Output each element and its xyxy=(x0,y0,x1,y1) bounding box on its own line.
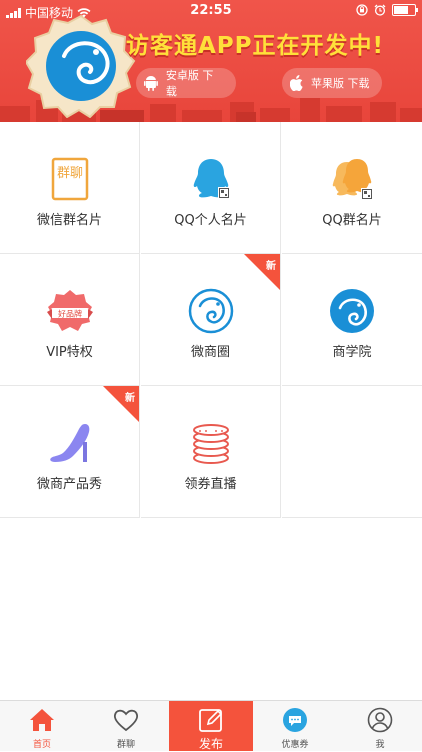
tab-publish[interactable]: 发布 xyxy=(169,701,253,751)
vip-badge-icon: 好品牌 xyxy=(46,290,93,331)
grid-item-coupon-live[interactable]: 领券直播 xyxy=(141,386,281,518)
tab-label: 优惠券 xyxy=(281,740,309,750)
grid-item-label: 微商圈 xyxy=(190,345,230,360)
alarm-icon xyxy=(374,4,386,16)
grid-item-wechat-group-card[interactable]: 群聊 微信群名片 xyxy=(0,122,140,254)
grid-item-label: QQ群名片 xyxy=(322,213,382,228)
grid-item-vip[interactable]: 好品牌 VIP特权 xyxy=(0,254,140,386)
new-badge-text: 新 xyxy=(266,261,276,272)
qq-personal-card-icon xyxy=(193,159,230,199)
chat-bubble-icon xyxy=(283,708,307,732)
grid-item-empty xyxy=(282,386,422,518)
ios-download-label: 苹果版 下载 xyxy=(311,77,370,90)
grid-item-product-show[interactable]: 微商产品秀 新 xyxy=(0,386,140,518)
status-bar: 中国移动 22:55 xyxy=(0,0,422,22)
heart-icon xyxy=(113,709,139,732)
grid-item-label: 微商产品秀 xyxy=(36,477,102,492)
battery-icon xyxy=(392,4,418,16)
grid-item-label: QQ个人名片 xyxy=(174,213,247,228)
tab-me[interactable]: 我 xyxy=(338,701,422,751)
grid-item-qq-group-card[interactable]: QQ群名片 xyxy=(282,122,422,254)
tab-coupons[interactable]: 优惠券 xyxy=(253,701,337,751)
android-download-label: 安卓版 下载 xyxy=(165,69,214,98)
ios-download-button[interactable]: 苹果版 下载 xyxy=(282,68,382,98)
grid-item-business-school[interactable]: 商学院 xyxy=(282,254,422,386)
wechat-circle-icon xyxy=(188,288,233,334)
grid-item-label: 微信群名片 xyxy=(36,213,102,228)
grid-item-label: 领券直播 xyxy=(184,477,237,492)
app-logo xyxy=(24,14,136,119)
grid-item-qq-personal-card[interactable]: QQ个人名片 xyxy=(141,122,281,254)
orientation-lock-icon xyxy=(356,4,368,16)
tab-group-chat[interactable]: 群聊 xyxy=(84,701,168,751)
wechat-group-card-icon-text: 群聊 xyxy=(56,166,82,181)
android-download-button[interactable]: 安卓版 下载 xyxy=(136,68,236,98)
tab-home[interactable]: 首页 xyxy=(0,701,84,751)
elephant-logo-icon xyxy=(24,14,136,119)
tab-label: 我 xyxy=(375,740,385,750)
android-icon xyxy=(144,76,158,91)
grid-item-wechat-circle[interactable]: 微商圈 新 xyxy=(141,254,281,386)
tab-label: 发布 xyxy=(198,737,223,751)
edit-icon xyxy=(199,709,223,732)
high-heel-icon xyxy=(49,424,89,462)
grid-item-label: 商学院 xyxy=(332,345,372,360)
home-icon xyxy=(30,709,54,731)
vip-badge-icon-text: 好品牌 xyxy=(58,309,82,319)
business-school-icon xyxy=(330,289,374,333)
apple-icon xyxy=(290,75,303,91)
tab-label: 群聊 xyxy=(116,740,135,750)
bottom-tab-bar: 首页 群聊 发布 优惠券 我 xyxy=(0,700,422,751)
coin-stack-icon xyxy=(192,424,229,464)
new-badge-text: 新 xyxy=(125,393,135,404)
wechat-group-card-icon: 群聊 xyxy=(51,157,88,201)
qq-group-card-icon xyxy=(332,159,373,200)
banner-headline: 访客通APP正在开发中! xyxy=(126,33,385,59)
profile-icon xyxy=(367,707,393,733)
tab-label: 首页 xyxy=(32,740,51,750)
grid-item-label: VIP特权 xyxy=(46,345,93,360)
